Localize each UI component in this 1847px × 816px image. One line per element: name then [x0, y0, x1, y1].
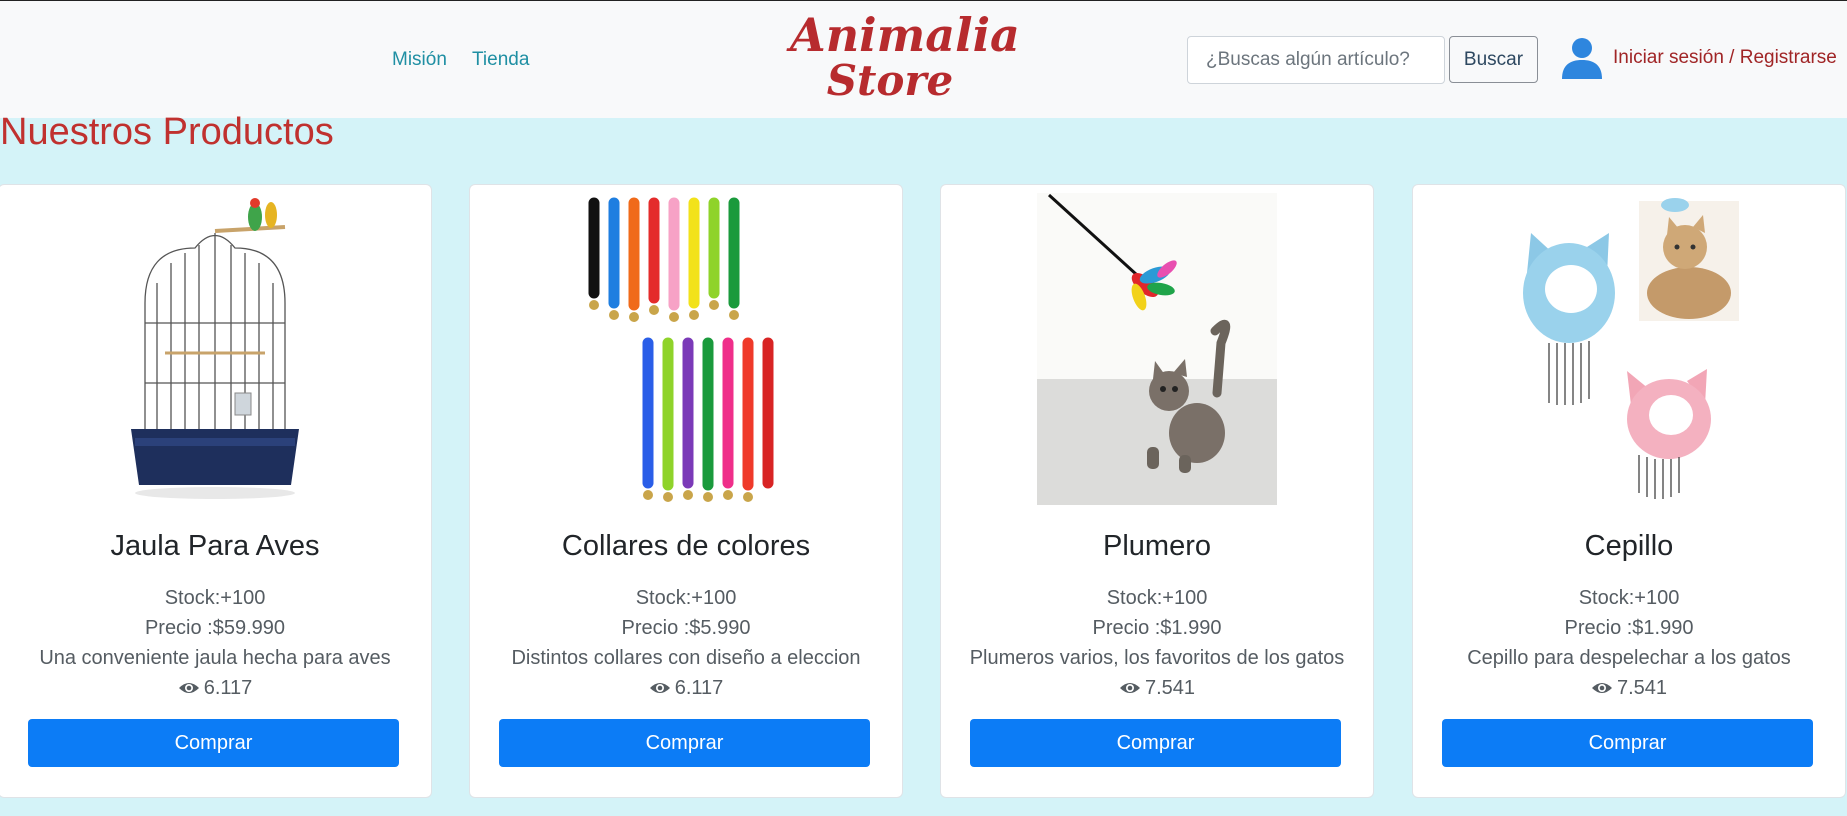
- buy-button[interactable]: Comprar: [499, 719, 870, 767]
- site-header: Misión Tienda Animalia Store Buscar Inic…: [0, 1, 1847, 118]
- product-card: Plumero Stock:+100 Precio :$1.990 Plumer…: [940, 184, 1374, 798]
- nav-link-tienda[interactable]: Tienda: [472, 49, 529, 71]
- logo-line-2: Store: [826, 56, 954, 105]
- product-views: 7.541: [1413, 677, 1845, 700]
- feather-toy-cat-image: [1037, 193, 1277, 505]
- search-input[interactable]: [1187, 36, 1445, 84]
- product-description: Distintos collares con diseño a eleccion: [511, 647, 861, 669]
- product-title: Jaula Para Aves: [110, 530, 320, 562]
- buy-button[interactable]: Comprar: [28, 719, 399, 767]
- search-button[interactable]: Buscar: [1449, 36, 1538, 83]
- product-price: Precio :$59.990: [144, 617, 286, 639]
- product-views: 7.541: [941, 677, 1373, 700]
- product-price: Precio :$1.990: [1564, 617, 1694, 639]
- cat-brush-image: [1509, 193, 1749, 505]
- views-count: 7.541: [1144, 677, 1196, 699]
- product-stock: Stock:+100: [1578, 587, 1680, 609]
- nav-link-mision[interactable]: Misión: [392, 49, 447, 71]
- user-icon[interactable]: [1560, 35, 1604, 79]
- site-logo[interactable]: Animalia Store: [790, 8, 1020, 107]
- product-views: 6.117: [0, 677, 431, 700]
- product-views: 6.117: [470, 677, 902, 700]
- views-count: 6.117: [674, 677, 724, 699]
- product-description: Cepillo para despelechar a los gatos: [1467, 647, 1791, 669]
- logo-line-1: Animalia: [790, 8, 1020, 62]
- product-stock: Stock:+100: [1106, 587, 1208, 609]
- product-price: Precio :$1.990: [1092, 617, 1222, 639]
- buy-button[interactable]: Comprar: [1442, 719, 1813, 767]
- product-stock: Stock:+100: [635, 587, 737, 609]
- product-description: Una conveniente jaula hecha para aves: [39, 647, 391, 669]
- product-card: Collares de colores Stock:+100 Precio :$…: [469, 184, 903, 798]
- product-card: Cepillo Stock:+100 Precio :$1.990 Cepill…: [1412, 184, 1846, 798]
- product-price: Precio :$5.990: [621, 617, 751, 639]
- eye-icon: [1591, 683, 1612, 693]
- eye-icon: [649, 683, 670, 693]
- views-count: 6.117: [203, 677, 253, 699]
- bird-cage-image: [95, 193, 335, 505]
- login-register-link[interactable]: Iniciar sesión / Registrarse: [1613, 47, 1837, 69]
- product-stock: Stock:+100: [164, 587, 266, 609]
- views-count: 7.541: [1616, 677, 1668, 699]
- product-title: Collares de colores: [561, 530, 811, 562]
- colored-collars-image: [566, 193, 806, 505]
- product-card: Jaula Para Aves Stock:+100 Precio :$59.9…: [0, 184, 432, 798]
- eye-icon: [1119, 683, 1140, 693]
- buy-button[interactable]: Comprar: [970, 719, 1341, 767]
- product-title: Plumero: [1103, 530, 1211, 562]
- product-description: Plumeros varios, los favoritos de los ga…: [969, 647, 1345, 669]
- eye-icon: [178, 683, 199, 693]
- product-title: Cepillo: [1584, 530, 1674, 562]
- page-title: Nuestros Productos: [0, 111, 334, 153]
